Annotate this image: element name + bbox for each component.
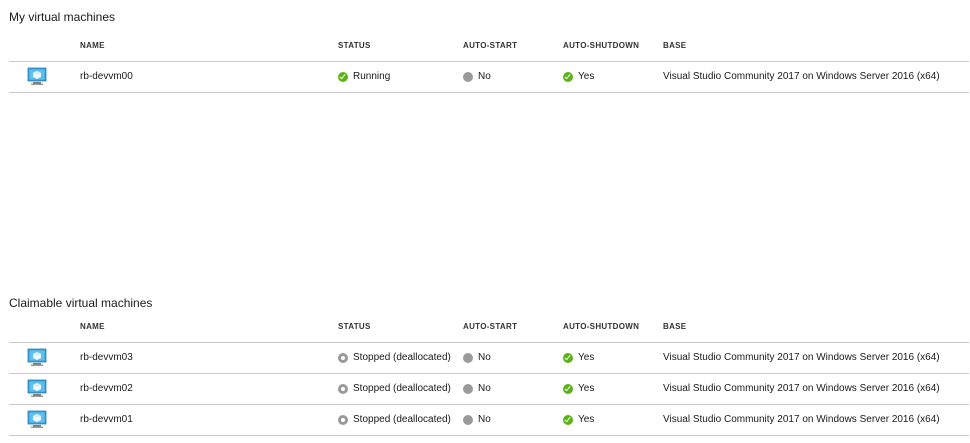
vm-table-row[interactable]: rb-devvm00 Running No Yes Visual Studio Comm… [9, 61, 969, 93]
vm-name[interactable]: rb-devvm01 [80, 414, 133, 425]
vm-auto-start: No [463, 414, 491, 425]
running-check-icon [338, 71, 348, 82]
col-header-auto-start[interactable]: AUTO-START [463, 322, 517, 331]
col-header-status[interactable]: STATUS [338, 41, 371, 50]
my-vms-header-row: NAME STATUS AUTO-START AUTO-SHUTDOWN BAS… [9, 31, 969, 61]
virtual-machine-icon [27, 379, 47, 399]
vm-base-image: Visual Studio Community 2017 on Windows … [663, 352, 940, 363]
vm-auto-shutdown: Yes [563, 352, 594, 363]
vm-base-image: Visual Studio Community 2017 on Windows … [663, 71, 940, 82]
disabled-dot-icon [463, 383, 473, 394]
col-header-base[interactable]: BASE [663, 41, 686, 50]
vm-auto-start: No [463, 383, 491, 394]
claimable-vms-header-row: NAME STATUS AUTO-START AUTO-SHUTDOWN BAS… [9, 312, 969, 342]
vm-table-row[interactable]: rb-devvm03 Stopped (deallocated) No Yes Visu… [9, 342, 969, 373]
enabled-check-icon [563, 352, 573, 363]
col-header-auto-start[interactable]: AUTO-START [463, 41, 517, 50]
vm-auto-start: No [463, 71, 491, 82]
virtual-machine-icon [27, 410, 47, 430]
vm-auto-start: No [463, 352, 491, 363]
virtual-machine-icon [27, 67, 47, 87]
vm-base-image: Visual Studio Community 2017 on Windows … [663, 383, 940, 394]
claimable-vms-grid: NAME STATUS AUTO-START AUTO-SHUTDOWN BAS… [9, 312, 969, 436]
vm-table-row[interactable]: rb-devvm01 Stopped (deallocated) No Yes Visu… [9, 404, 969, 436]
disabled-dot-icon [463, 71, 473, 82]
enabled-check-icon [563, 71, 573, 82]
vm-status: Stopped (deallocated) [338, 414, 451, 425]
vm-base-image: Visual Studio Community 2017 on Windows … [663, 414, 940, 425]
vm-status: Stopped (deallocated) [338, 352, 451, 363]
vm-name[interactable]: rb-devvm00 [80, 71, 133, 82]
disabled-dot-icon [463, 414, 473, 425]
my-vms-rows: rb-devvm00 Running No Yes Visual Studio Comm… [9, 61, 969, 93]
col-header-auto-shutdown[interactable]: AUTO-SHUTDOWN [563, 322, 639, 331]
claimable-vms-rows: rb-devvm03 Stopped (deallocated) No Yes Visu… [9, 342, 969, 436]
col-header-base[interactable]: BASE [663, 322, 686, 331]
disabled-dot-icon [463, 352, 473, 363]
vm-name[interactable]: rb-devvm03 [80, 352, 133, 363]
virtual-machine-icon [27, 348, 47, 368]
enabled-check-icon [563, 383, 573, 394]
col-header-name[interactable]: NAME [80, 41, 105, 50]
col-header-status[interactable]: STATUS [338, 322, 371, 331]
col-header-auto-shutdown[interactable]: AUTO-SHUTDOWN [563, 41, 639, 50]
stopped-icon [338, 352, 348, 363]
stopped-icon [338, 383, 348, 394]
claimable-vms-title: Claimable virtual machines [9, 296, 153, 310]
col-header-name[interactable]: NAME [80, 322, 105, 331]
vm-status: Stopped (deallocated) [338, 383, 451, 394]
vm-auto-shutdown: Yes [563, 414, 594, 425]
my-vms-grid: NAME STATUS AUTO-START AUTO-SHUTDOWN BAS… [9, 31, 969, 93]
enabled-check-icon [563, 414, 573, 425]
vm-table-row[interactable]: rb-devvm02 Stopped (deallocated) No Yes Visu… [9, 373, 969, 404]
vm-status: Running [338, 71, 390, 82]
stopped-icon [338, 414, 348, 425]
vm-auto-shutdown: Yes [563, 383, 594, 394]
vm-auto-shutdown: Yes [563, 71, 594, 82]
my-vms-title: My virtual machines [9, 10, 116, 24]
vm-name[interactable]: rb-devvm02 [80, 383, 133, 394]
